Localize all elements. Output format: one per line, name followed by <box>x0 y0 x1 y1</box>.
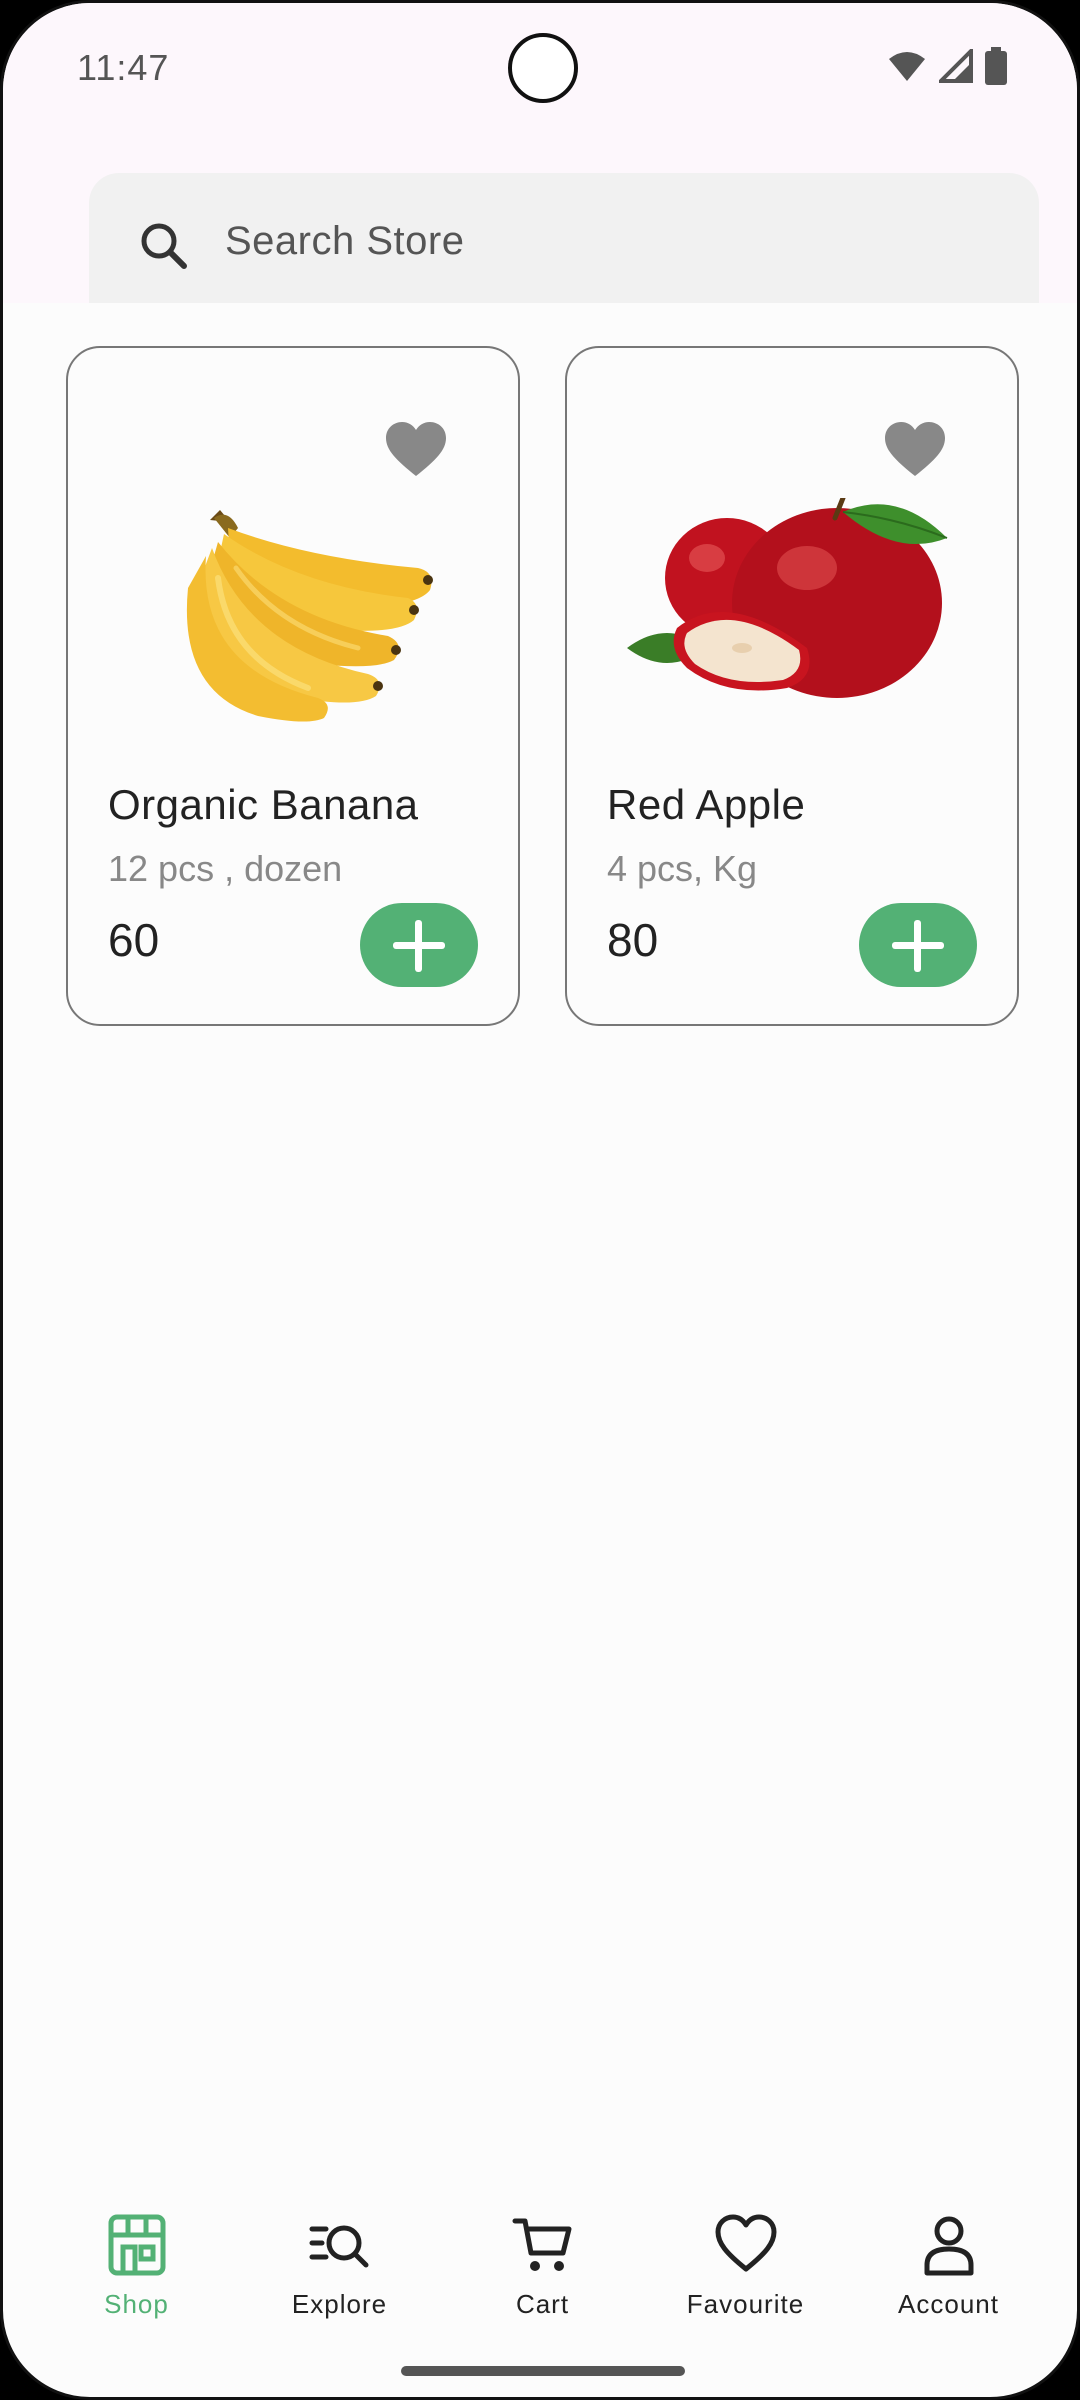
nav-label: Shop <box>104 2289 169 2319</box>
phone-screen: 11:47 Search Store Organic Banana 12 pcs… <box>0 0 1080 2400</box>
nav-item-favourite[interactable]: Favourite <box>644 2183 847 2343</box>
status-icons <box>887 47 1007 85</box>
product-name: Red Apple <box>607 781 806 828</box>
signal-icon <box>939 49 973 83</box>
product-price: 80 <box>607 914 659 966</box>
search-input[interactable]: Search Store <box>225 219 464 264</box>
product-card[interactable]: Organic Banana 12 pcs , dozen 60 <box>66 346 520 1026</box>
nav-label: Account <box>898 2289 999 2319</box>
nav-label: Cart <box>515 2289 570 2319</box>
store-icon <box>108 2214 165 2276</box>
heart-icon[interactable] <box>386 422 446 478</box>
explore-search-icon <box>309 2225 368 2268</box>
product-name: Organic Banana <box>108 781 419 828</box>
account-icon <box>924 2216 973 2276</box>
product-card[interactable]: Red Apple 4 pcs, Kg 80 <box>565 346 1019 1026</box>
add-to-cart-button[interactable] <box>360 903 478 987</box>
heart-outline-icon <box>715 2214 776 2272</box>
camera-cutout <box>508 33 578 103</box>
cart-icon <box>512 2218 571 2271</box>
bottom-nav: Shop Explore Cart Favourite Account <box>3 2183 1077 2343</box>
wifi-icon <box>889 52 925 81</box>
heart-icon[interactable] <box>885 422 945 478</box>
search-bar[interactable]: Search Store <box>89 173 1039 303</box>
status-time: 11:47 <box>77 47 170 88</box>
nav-item-shop[interactable]: Shop <box>35 2183 238 2343</box>
nav-item-account[interactable]: Account <box>847 2183 1050 2343</box>
add-to-cart-button[interactable] <box>859 903 977 987</box>
search-icon <box>141 223 187 269</box>
product-quantity: 4 pcs, Kg <box>607 848 758 889</box>
product-quantity: 12 pcs , dozen <box>108 848 343 889</box>
banana-image <box>186 510 433 722</box>
nav-label: Explore <box>291 2289 388 2319</box>
nav-label: Favourite <box>686 2289 805 2319</box>
apple-image <box>627 498 948 698</box>
nav-item-cart[interactable]: Cart <box>441 2183 644 2343</box>
product-price: 60 <box>108 914 160 966</box>
home-indicator[interactable] <box>401 2366 685 2376</box>
battery-icon <box>985 47 1007 85</box>
nav-item-explore[interactable]: Explore <box>238 2183 441 2343</box>
